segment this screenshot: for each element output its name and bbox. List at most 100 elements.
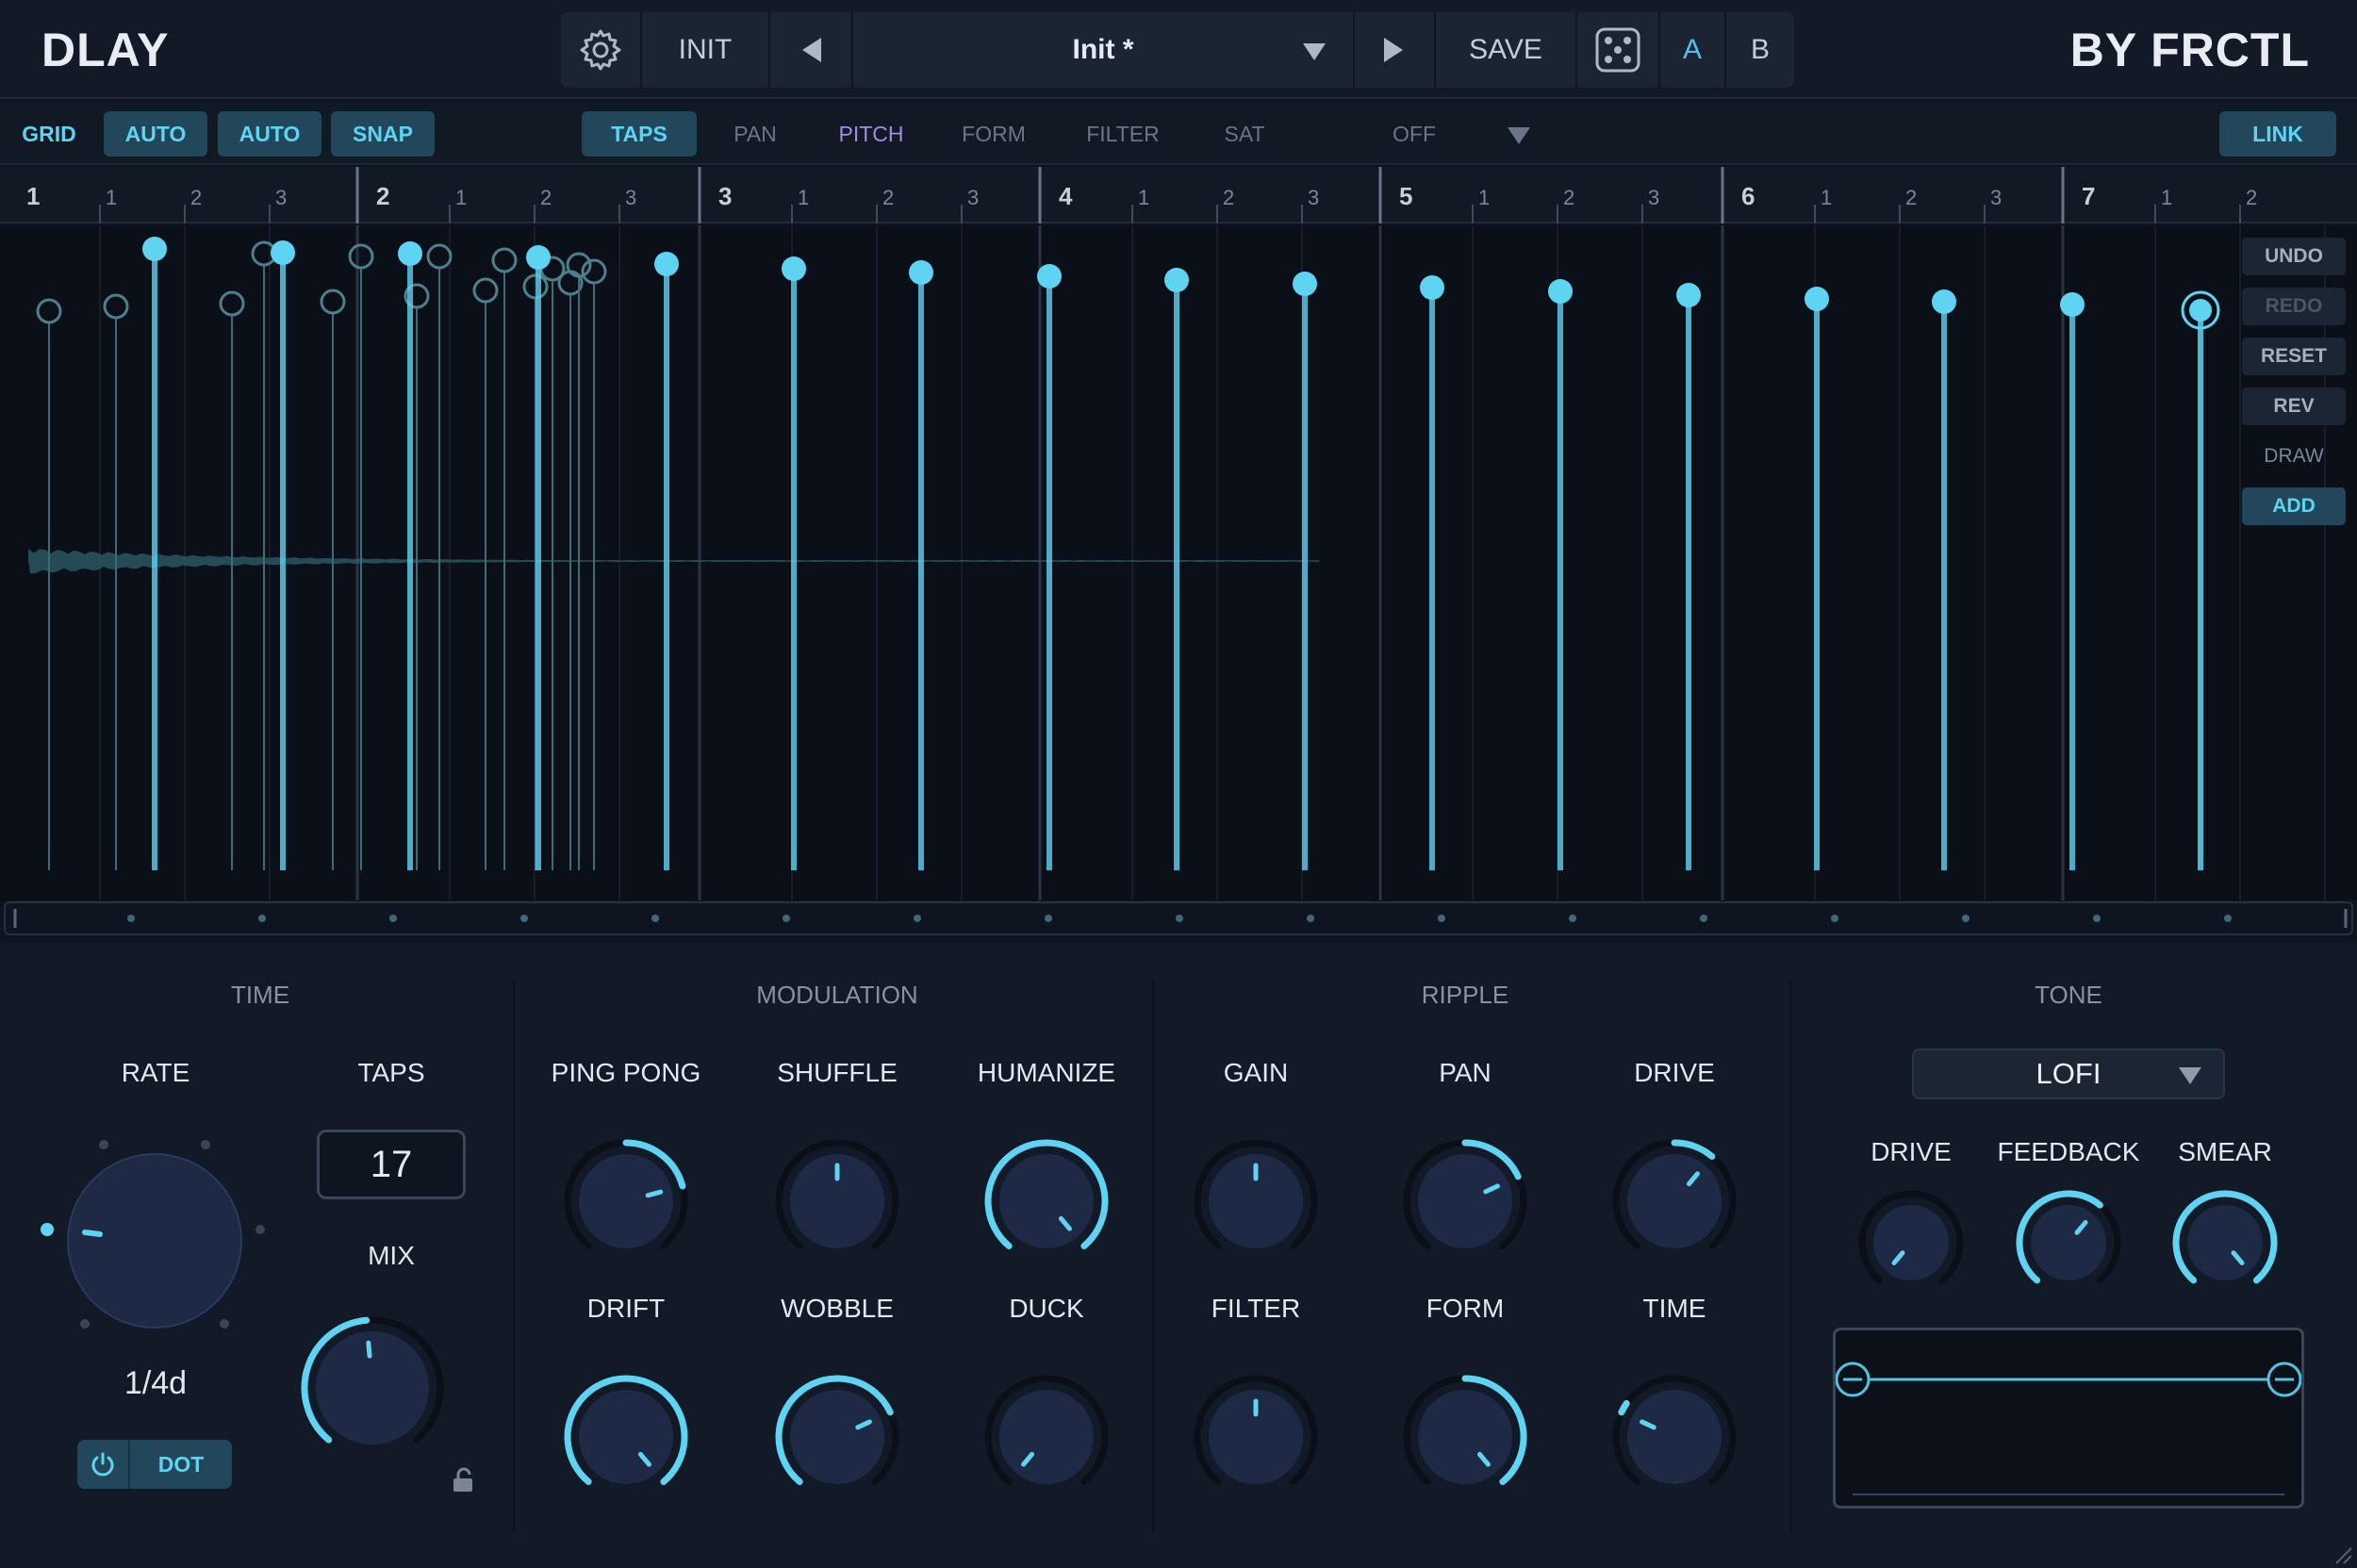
shuffle-label: SHUFFLE	[777, 1058, 898, 1087]
pan-label: PAN	[1439, 1058, 1492, 1087]
mix-knob[interactable]	[297, 1312, 448, 1463]
tab-taps[interactable]: TAPS	[582, 111, 697, 157]
beat-ruler[interactable]: 1 1 2 3 2 1 2 3 3 1 2 3 4 1 2 3 5 1 2 3 6 1 2 3 7 1 2	[0, 167, 2357, 223]
auto-button-2[interactable]: AUTO	[218, 111, 321, 157]
pan-knob[interactable]	[1399, 1135, 1531, 1267]
auto-button-1[interactable]: AUTO	[104, 111, 207, 157]
section-divider	[1789, 981, 1791, 1532]
dice-icon	[1595, 27, 1640, 73]
tap-handle[interactable]	[142, 237, 167, 261]
tap-handle[interactable]	[271, 240, 295, 265]
scroll-dot	[1438, 915, 1445, 922]
tone-drive-label: DRIVE	[1871, 1137, 1952, 1166]
taps-label: TAPS	[357, 1058, 425, 1087]
tone-curve-display[interactable]	[1833, 1328, 2304, 1509]
tap-handle[interactable]	[1164, 268, 1189, 292]
tap-handle[interactable]	[782, 256, 806, 281]
app-logo: DLAY	[41, 24, 170, 76]
humanize-knob[interactable]	[981, 1135, 1113, 1267]
mod-source-dropdown-icon[interactable]	[1507, 126, 1531, 145]
resize-grip-icon[interactable]	[2331, 1543, 2353, 1565]
tap-handle[interactable]	[1548, 279, 1573, 304]
time-knob[interactable]	[1608, 1371, 1740, 1503]
tab-filter[interactable]: FILTER	[1075, 111, 1171, 157]
tone-section-title: TONE	[2035, 981, 2102, 1009]
shuffle-knob[interactable]	[771, 1135, 903, 1267]
filter-knob[interactable]	[1190, 1371, 1322, 1503]
randomize-button[interactable]	[1577, 12, 1660, 88]
preset-selector[interactable]: Init *	[853, 12, 1355, 88]
duck-label: DUCK	[1009, 1294, 1084, 1323]
selected-tap-handle[interactable]	[2189, 299, 2212, 322]
gear-icon	[580, 29, 621, 71]
grid-button[interactable]: GRID	[13, 111, 85, 157]
init-button[interactable]: INIT	[642, 12, 770, 88]
knob-body	[316, 1331, 429, 1444]
scroll-dot	[651, 915, 659, 922]
ghost-tap-handle	[581, 258, 607, 285]
knob-body	[2187, 1205, 2263, 1280]
draw-button[interactable]: DRAW	[2242, 437, 2346, 475]
mod-source-value[interactable]: OFF	[1376, 111, 1452, 157]
next-preset-button[interactable]	[1355, 12, 1436, 88]
settings-button[interactable]	[561, 12, 642, 88]
taps-count-field[interactable]: 17	[317, 1130, 466, 1199]
tap-timeline[interactable]: UNDO REDO RESET REV DRAW ADD	[0, 225, 2357, 900]
dot-toggle[interactable]: DOT	[77, 1440, 232, 1489]
unlock-icon[interactable]	[451, 1467, 475, 1494]
rate-value: 1/4d	[124, 1365, 188, 1401]
rate-knob[interactable]	[36, 1120, 281, 1365]
timeline-scrollbar[interactable]	[4, 901, 2353, 935]
gain-label: GAIN	[1223, 1058, 1289, 1087]
tab-pitch[interactable]: PITCH	[824, 111, 918, 157]
drift-knob[interactable]	[560, 1371, 692, 1503]
power-icon[interactable]	[77, 1440, 130, 1489]
save-button[interactable]: SAVE	[1436, 12, 1577, 88]
redo-button[interactable]: REDO	[2242, 288, 2346, 325]
ping-pong-label: PING PONG	[551, 1058, 701, 1087]
tap-graphic[interactable]	[0, 225, 2357, 900]
tap-handle[interactable]	[909, 260, 933, 285]
drive-knob[interactable]	[1608, 1135, 1740, 1267]
wobble-knob[interactable]	[771, 1371, 903, 1503]
form-knob[interactable]	[1399, 1371, 1531, 1503]
knob-body	[579, 1154, 673, 1248]
tab-pan[interactable]: PAN	[717, 111, 794, 157]
knob-body	[1627, 1154, 1722, 1248]
tap-handle[interactable]	[654, 252, 679, 276]
gain-knob[interactable]	[1190, 1135, 1322, 1267]
tap-handle[interactable]	[1676, 283, 1701, 307]
knob-value-arc	[1671, 1139, 1716, 1161]
knob-body	[1418, 1390, 1512, 1484]
tone-drive-knob[interactable]	[1854, 1186, 1968, 1299]
feedback-knob[interactable]	[2012, 1186, 2125, 1299]
prev-preset-button[interactable]	[770, 12, 853, 88]
duck-knob[interactable]	[981, 1371, 1113, 1503]
slot-a-button[interactable]: A	[1660, 12, 1726, 88]
tap-handle[interactable]	[1805, 287, 1829, 311]
ghost-tap-handle	[219, 290, 245, 317]
tap-handle[interactable]	[1420, 275, 1444, 300]
slot-b-button[interactable]: B	[1726, 12, 1794, 88]
tap-handle[interactable]	[1932, 289, 1956, 314]
snap-button[interactable]: SNAP	[331, 111, 435, 157]
reverse-button[interactable]: REV	[2242, 388, 2346, 425]
tab-form[interactable]: FORM	[948, 111, 1039, 157]
knob-body	[1873, 1205, 1949, 1280]
tap-handle[interactable]	[1293, 272, 1317, 296]
smear-knob[interactable]	[2168, 1186, 2282, 1299]
undo-button[interactable]: UNDO	[2242, 238, 2346, 275]
beat-number: 3	[625, 186, 636, 209]
tab-sat[interactable]: SAT	[1209, 111, 1280, 157]
tap-handle[interactable]	[398, 241, 422, 266]
beat-number: 2	[540, 186, 552, 209]
tap-handle[interactable]	[2060, 292, 2085, 317]
link-button[interactable]: LINK	[2219, 111, 2336, 157]
tap-handle[interactable]	[526, 245, 551, 270]
ping-pong-knob[interactable]	[560, 1135, 692, 1267]
tap-handle[interactable]	[1037, 264, 1062, 289]
add-button[interactable]: ADD	[2242, 487, 2346, 525]
reset-button[interactable]: RESET	[2242, 338, 2346, 375]
scroll-dot	[127, 915, 135, 922]
tone-mode-select[interactable]: LOFI	[1912, 1048, 2225, 1099]
